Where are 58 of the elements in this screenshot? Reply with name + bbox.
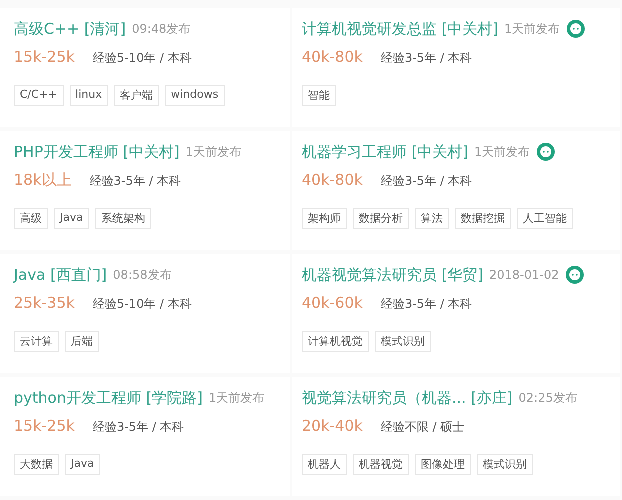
- skill-tag: 算法: [415, 208, 449, 229]
- requirements: 经验3-5年 / 本科: [380, 296, 472, 313]
- job-card[interactable]: 高级C++ [清河] 09:48发布 15k-25k 经验5-10年 / 本科 C/C++ linux 客户端 windows: [0, 8, 290, 127]
- salary: 40k-80k: [302, 171, 363, 189]
- post-time: 1天前发布: [186, 144, 242, 160]
- post-time: 09:48发布: [132, 20, 191, 38]
- job-card[interactable]: 机器视觉算法研究员 [华贸] 2018-01-02 40k-60k 经验3-5年 / 本科 计算机视觉 模式识别: [292, 254, 620, 373]
- salary: 15k-25k: [14, 417, 75, 435]
- post-time: 02:25发布: [518, 390, 578, 406]
- salary: 25k-35k: [14, 294, 75, 312]
- skill-tag: 系统架构: [95, 208, 152, 229]
- job-card[interactable]: 视觉算法研究员（机器... [亦庄] 02:25发布 20k-40k 经验不限 / 硕士 机器人 机器视觉 图像处理 模式识别: [292, 377, 620, 496]
- requirements: 经验3-5年 / 本科: [92, 419, 184, 436]
- skill-tag: 架构师: [302, 208, 347, 229]
- skill-tag: Java: [65, 454, 100, 475]
- job-card[interactable]: PHP开发工程师 [中关村] 1天前发布 18k以上 经验3-5年 / 本科 高级 Java 系统架构: [0, 131, 290, 250]
- skill-tag: 高级: [14, 208, 48, 229]
- skill-tag: 智能: [302, 85, 336, 106]
- skill-tag: 模式识别: [477, 454, 533, 475]
- salary: 15k-25k: [14, 48, 75, 66]
- post-time: 08:58发布: [113, 266, 172, 284]
- post-time: 1天前发布: [208, 390, 265, 406]
- skill-tag: 云计算: [14, 331, 59, 352]
- requirements: 经验3-5年 / 本科: [90, 173, 182, 190]
- skill-tag: 客户端: [114, 85, 160, 106]
- job-card[interactable]: python开发工程师 [学院路] 1天前发布 15k-25k 经验3-5年 / 本科 大数据 Java: [0, 377, 290, 496]
- skill-tag: windows: [165, 85, 225, 106]
- skill-tag: 机器视觉: [353, 454, 409, 475]
- post-time: 1天前发布: [474, 144, 530, 160]
- post-time: 2018-01-02: [489, 268, 560, 282]
- requirements: 经验3-5年 / 本科: [380, 173, 472, 190]
- skill-tag: 模式识别: [375, 331, 431, 352]
- skill-tag: 数据挖掘: [455, 208, 511, 229]
- salary: 18k以上: [14, 171, 72, 190]
- job-card[interactable]: Java [西直门] 08:58发布 25k-35k 经验5-10年 / 本科 云计算 后端: [0, 254, 290, 373]
- skill-tag: linux: [70, 85, 108, 106]
- skill-tag: Java: [54, 208, 90, 229]
- chat-icon[interactable]: [566, 19, 586, 39]
- requirements: 经验5-10年 / 本科: [92, 296, 192, 313]
- chat-icon[interactable]: [536, 142, 556, 162]
- requirements: 经验不限 / 硕士: [380, 419, 465, 436]
- skill-tag: 大数据: [14, 454, 59, 475]
- salary: 40k-80k: [302, 48, 363, 66]
- skill-tag: 后端: [65, 331, 99, 352]
- salary: 40k-60k: [302, 294, 363, 312]
- job-card[interactable]: 机器学习工程师 [中关村] 1天前发布 40k-80k 经验3-5年 / 本科 架构师 数据分析 算法 数据挖掘 人工智能: [292, 131, 620, 250]
- requirements: 经验3-5年 / 本科: [380, 50, 472, 67]
- skill-tag: C/C++: [14, 85, 64, 106]
- skill-tag: 图像处理: [415, 454, 471, 475]
- skill-tag: 机器人: [302, 454, 347, 475]
- requirements: 经验5-10年 / 本科: [92, 50, 192, 67]
- post-time: 1天前发布: [504, 20, 560, 38]
- skill-tag: 数据分析: [353, 208, 409, 229]
- job-card[interactable]: 计算机视觉研发总监 [中关村] 1天前发布 40k-80k 经验3-5年 / 本科 智能: [292, 8, 620, 127]
- salary: 20k-40k: [302, 417, 363, 435]
- skill-tag: 计算机视觉: [302, 331, 369, 352]
- chat-icon[interactable]: [565, 265, 586, 285]
- skill-tag: 人工智能: [517, 208, 573, 229]
